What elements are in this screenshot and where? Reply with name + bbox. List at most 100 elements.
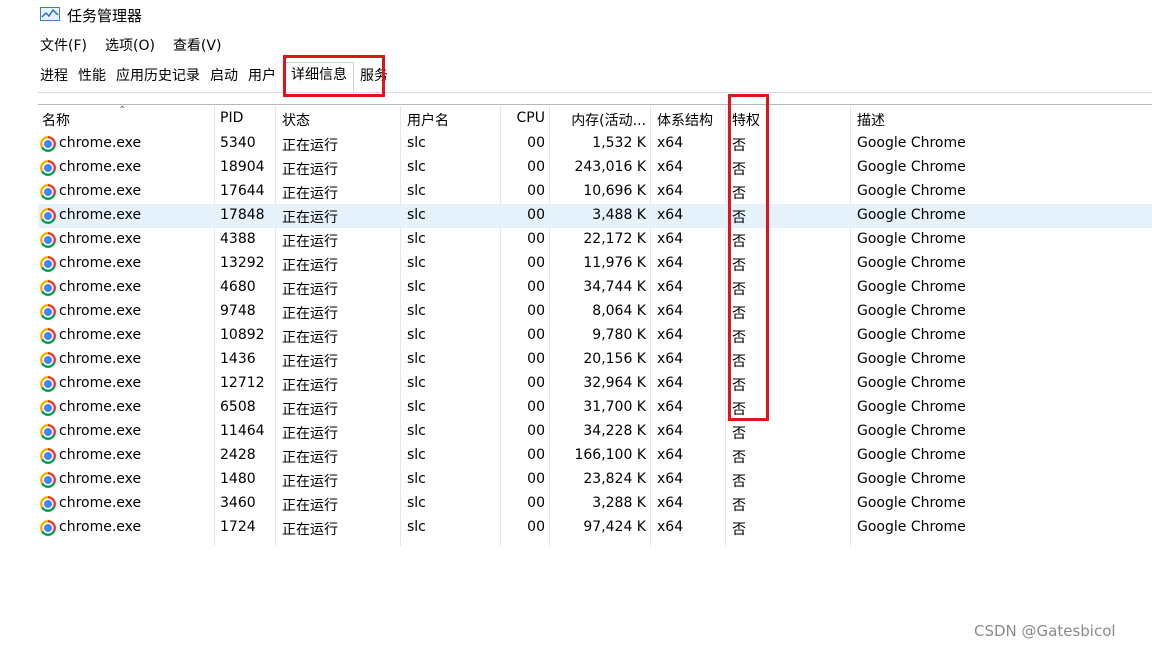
table-row[interactable]: chrome.exe 1480 正在运行 slc 00 23,824 K x64 否 Googl…: [38, 468, 1152, 492]
cell-pid: 2428: [220, 447, 256, 463]
cell-desc: Google Chrome: [857, 399, 966, 415]
table-row[interactable]: chrome.exe 13292 正在运行 slc 00 11,976 K x64 否 Goog…: [38, 252, 1152, 276]
cell-status: 正在运行: [282, 330, 338, 346]
cell-name: chrome.exe: [59, 375, 142, 391]
table-row[interactable]: chrome.exe 17644 正在运行 slc 00 10,696 K x64 否 Goog…: [38, 180, 1152, 204]
cell-mem: 1,532 K: [592, 135, 646, 151]
cell-desc: Google Chrome: [857, 375, 966, 391]
cell-desc: Google Chrome: [857, 351, 966, 367]
cell-desc: Google Chrome: [857, 207, 966, 223]
cell-cpu: 00: [527, 327, 545, 343]
menu-file[interactable]: 文件(F): [40, 36, 87, 58]
chrome-icon: [40, 352, 56, 368]
tab-processes[interactable]: 进程: [38, 60, 70, 92]
table-row[interactable]: chrome.exe 1436 正在运行 slc 00 20,156 K x64 否 Googl…: [38, 348, 1152, 372]
cell-name: chrome.exe: [59, 399, 142, 415]
table-row[interactable]: chrome.exe 9748 正在运行 slc 00 8,064 K x64 否 Google…: [38, 300, 1152, 324]
table-row[interactable]: chrome.exe 1724 正在运行 slc 00 97,424 K x64 否 Googl…: [38, 516, 1152, 540]
cell-cpu: 00: [527, 255, 545, 271]
cell-mem: 23,824 K: [583, 471, 646, 487]
table-row[interactable]: chrome.exe 10892 正在运行 slc 00 9,780 K x64 否 Googl…: [38, 324, 1152, 348]
table-row[interactable]: chrome.exe 11464 正在运行 slc 00 34,228 K x64 否 Goog…: [38, 420, 1152, 444]
table-row[interactable]: chrome.exe 5340 正在运行 slc 00 1,532 K x64 否 Google…: [38, 132, 1152, 156]
table-row[interactable]: chrome.exe 2428 正在运行 slc 00 166,100 K x64 否 Goog…: [38, 444, 1152, 468]
table-row[interactable]: chrome.exe 12712 正在运行 slc 00 32,964 K x64 否 Goog…: [38, 372, 1152, 396]
table-header: ⌃ 名称 PID 状态 用户名 CPU 内存(活动... 体系结构 特权 描述: [38, 104, 1152, 133]
cell-status: 正在运行: [282, 426, 338, 442]
cell-arch: x64: [657, 279, 684, 295]
tab-startup[interactable]: 启动: [208, 60, 240, 92]
cell-pid: 10892: [220, 327, 265, 343]
cell-cpu: 00: [527, 159, 545, 175]
cell-priv: 否: [732, 234, 746, 250]
cell-arch: x64: [657, 351, 684, 367]
header-architecture[interactable]: 体系结构: [657, 110, 725, 130]
table-row[interactable]: chrome.exe 18904 正在运行 slc 00 243,016 K x64 否 Goo…: [38, 156, 1152, 180]
cell-desc: Google Chrome: [857, 183, 966, 199]
cell-priv: 否: [732, 450, 746, 466]
cell-arch: x64: [657, 303, 684, 319]
cell-user: slc: [407, 207, 426, 223]
table-row[interactable]: chrome.exe 4680 正在运行 slc 00 34,744 K x64 否 Googl…: [38, 276, 1152, 300]
tab-performance[interactable]: 性能: [76, 60, 108, 92]
cell-name: chrome.exe: [59, 303, 142, 319]
chrome-icon: [40, 376, 56, 392]
cell-cpu: 00: [527, 279, 545, 295]
cell-mem: 3,488 K: [592, 207, 646, 223]
cell-user: slc: [407, 423, 426, 439]
table-row[interactable]: chrome.exe 3460 正在运行 slc 00 3,288 K x64 否 Google…: [38, 492, 1152, 516]
header-username[interactable]: 用户名: [407, 110, 500, 130]
table-row[interactable]: chrome.exe 17848 正在运行 slc 00 3,488 K x64 否 Googl…: [38, 204, 1152, 228]
header-cpu[interactable]: CPU: [507, 110, 545, 126]
cell-pid: 18904: [220, 159, 265, 175]
cell-pid: 1480: [220, 471, 256, 487]
table-row[interactable]: chrome.exe 4388 正在运行 slc 00 22,172 K x64 否 Googl…: [38, 228, 1152, 252]
cell-pid: 1724: [220, 519, 256, 535]
cell-priv: 否: [732, 354, 746, 370]
cell-desc: Google Chrome: [857, 495, 966, 511]
cell-status: 正在运行: [282, 234, 338, 250]
cell-mem: 11,976 K: [583, 255, 646, 271]
cell-arch: x64: [657, 375, 684, 391]
cell-arch: x64: [657, 135, 684, 151]
cell-pid: 1436: [220, 351, 256, 367]
cell-user: slc: [407, 327, 426, 343]
cell-name: chrome.exe: [59, 495, 142, 511]
cell-status: 正在运行: [282, 282, 338, 298]
cell-name: chrome.exe: [59, 231, 142, 247]
cell-name: chrome.exe: [59, 279, 142, 295]
cell-arch: x64: [657, 471, 684, 487]
header-description[interactable]: 描述: [857, 110, 1057, 130]
cell-cpu: 00: [527, 135, 545, 151]
header-name[interactable]: 名称: [42, 110, 212, 130]
header-status[interactable]: 状态: [282, 110, 400, 130]
menu-options[interactable]: 选项(O): [105, 36, 155, 58]
tab-services[interactable]: 服务: [358, 60, 390, 92]
header-memory[interactable]: 内存(活动...: [554, 110, 646, 130]
cell-name: chrome.exe: [59, 255, 142, 271]
cell-user: slc: [407, 183, 426, 199]
menu-view[interactable]: 查看(V): [173, 36, 222, 58]
cell-priv: 否: [732, 162, 746, 178]
cell-status: 正在运行: [282, 306, 338, 322]
cell-name: chrome.exe: [59, 447, 142, 463]
cell-pid: 4680: [220, 279, 256, 295]
table-row[interactable]: chrome.exe 6508 正在运行 slc 00 31,700 K x64 否 Googl…: [38, 396, 1152, 420]
cell-mem: 22,172 K: [583, 231, 646, 247]
cell-status: 正在运行: [282, 522, 338, 538]
cell-cpu: 00: [527, 399, 545, 415]
cell-desc: Google Chrome: [857, 255, 966, 271]
tab-details[interactable]: 详细信息: [284, 62, 354, 92]
header-pid[interactable]: PID: [220, 110, 275, 126]
tab-app-history[interactable]: 应用历史记录: [114, 60, 202, 92]
tab-users[interactable]: 用户: [246, 60, 278, 92]
chrome-icon: [40, 184, 56, 200]
cell-status: 正在运行: [282, 450, 338, 466]
cell-name: chrome.exe: [59, 471, 142, 487]
cell-cpu: 00: [527, 495, 545, 511]
cell-mem: 8,064 K: [592, 303, 646, 319]
cell-priv: 否: [732, 474, 746, 490]
header-privilege[interactable]: 特权: [732, 110, 842, 130]
chrome-icon: [40, 496, 56, 512]
task-manager-icon: [40, 7, 60, 21]
